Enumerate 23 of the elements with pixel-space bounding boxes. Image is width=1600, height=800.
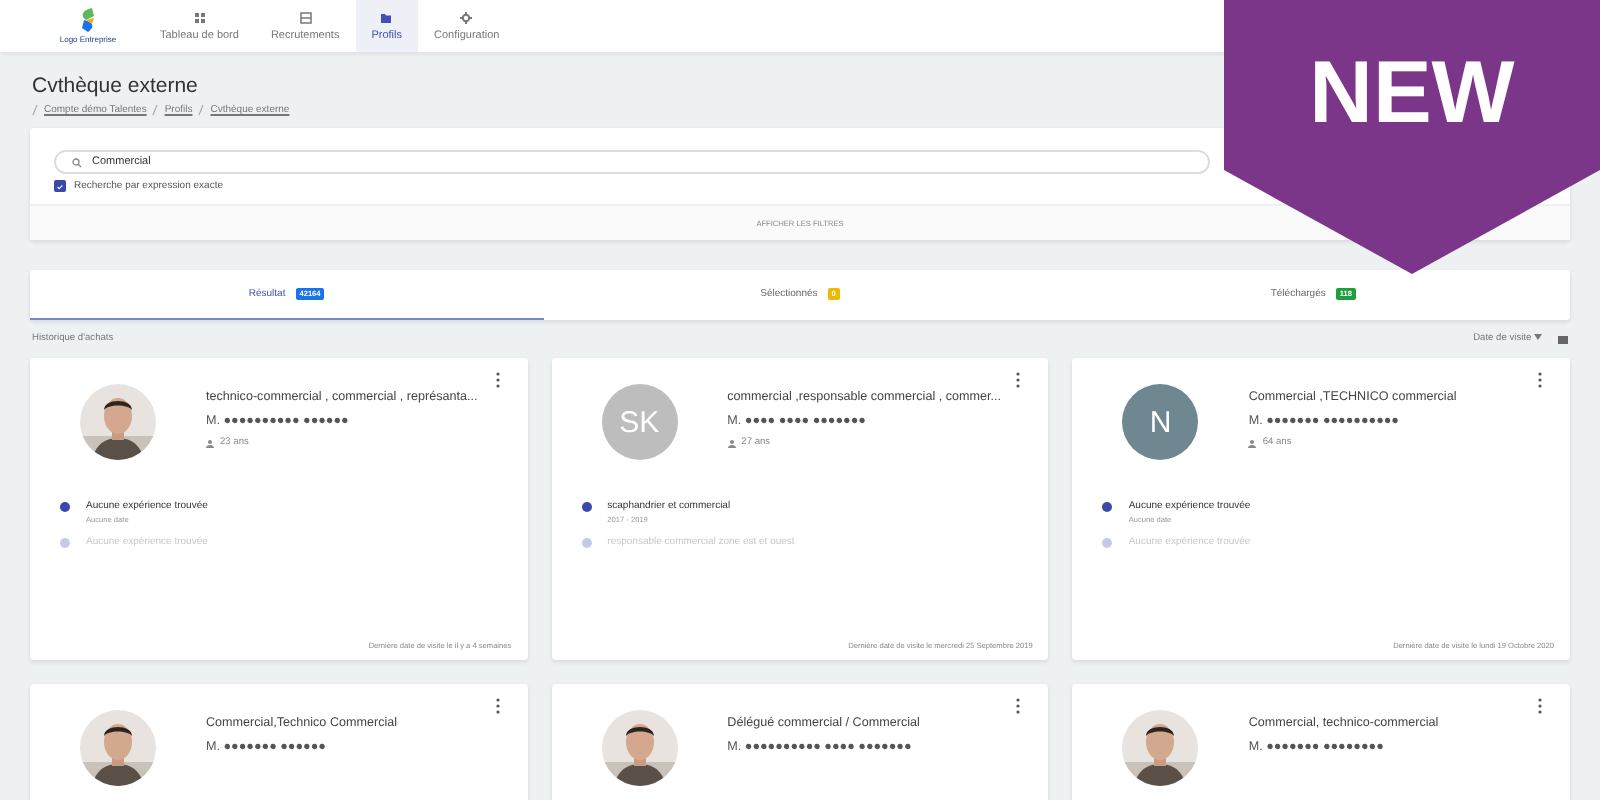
breadcrumb-separator	[198, 104, 205, 116]
page-title: Cvthèque externe	[32, 74, 200, 98]
avatar: N	[1122, 384, 1199, 460]
more-icon[interactable]	[495, 372, 500, 388]
person-icon	[206, 439, 214, 447]
logo-icon	[78, 8, 98, 34]
ribbon-label: NEW	[1307, 44, 1517, 144]
more-icon[interactable]	[1016, 372, 1021, 388]
folder-icon	[380, 11, 393, 23]
person-icon	[727, 439, 736, 447]
avatar: SK	[601, 384, 678, 460]
breadcrumb-separator	[32, 104, 38, 116]
list-icon	[299, 11, 312, 23]
more-icon[interactable]	[495, 698, 500, 714]
more-icon[interactable]	[1016, 698, 1021, 714]
person-icon	[1248, 439, 1257, 447]
caret-icon	[1534, 334, 1542, 340]
grid-icon	[193, 11, 206, 23]
search-icon	[72, 157, 82, 167]
breadcrumb-separator	[152, 104, 159, 116]
gear-icon	[460, 11, 473, 23]
list-view-icon[interactable]	[1558, 335, 1568, 343]
checkbox[interactable]	[54, 180, 66, 192]
